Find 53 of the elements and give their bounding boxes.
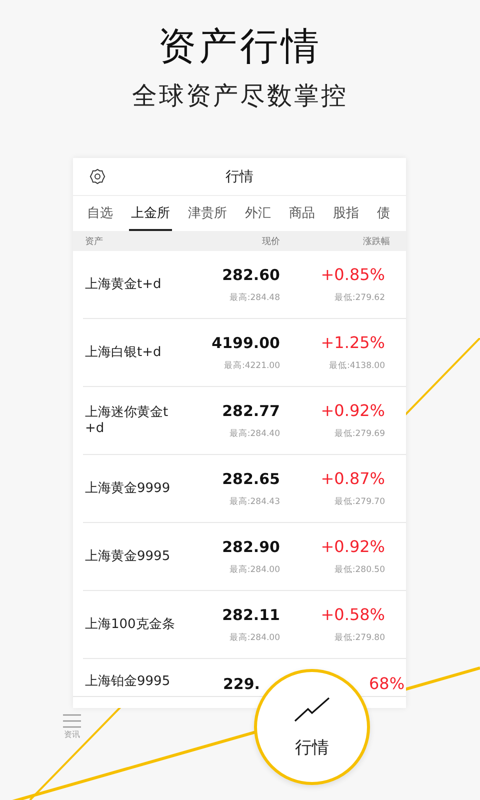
low-value: 最低:279.69 [334,428,385,440]
column-header: 涨跌幅 [362,236,390,248]
high-value: 最高:284.40 [229,428,280,440]
column-header: 资产 [85,236,104,248]
menu-icon [62,714,82,728]
headline: 资产行情 [158,23,322,70]
column-header: 现价 [261,236,280,248]
price-value: 282.60 [222,265,280,285]
asset-name: 上海黄金t+d [84,276,162,292]
asset-name: 上海黄金9995 [84,548,172,564]
subheadline: 全球资产尽数掌控 [132,80,348,112]
high-value: 最高:284.48 [229,292,280,304]
high-value: 最高:4221.00 [224,360,280,372]
market-tab[interactable]: 外汇 [243,196,273,231]
settings-icon[interactable] [89,168,106,185]
asset-name: 上海迷你黄金t+d [84,404,170,436]
quote-row[interactable]: 上海黄金9999 282.65 最高:284.43 +0.87% 最低:279.70 [83,455,406,523]
quote-row[interactable]: 上海迷你黄金t+d 282.77 最高:284.40 +0.92% 最低:279.69 [83,387,406,455]
asset-name: 上海白银t+d [84,344,162,360]
asset-name: 上海100克金条 [84,616,175,632]
low-value: 最低:279.80 [334,632,385,644]
change-value: 68% [369,674,405,694]
change-value: +0.85% [320,265,385,285]
low-value: 最低:280.50 [334,564,385,576]
market-tab[interactable]: 债 [375,196,392,231]
market-tab[interactable]: 津贵所 [186,196,229,231]
screen-title: 行情 [226,168,254,186]
market-tab[interactable]: 自选 [85,196,115,231]
high-value: 最高:284.00 [229,632,280,644]
change-value: +0.92% [320,537,385,557]
market-tab[interactable]: 股指 [331,196,361,231]
price-value: 282.65 [222,469,280,489]
change-value: +0.58% [320,605,385,625]
high-value: 最高:284.00 [229,564,280,576]
asset-name: 上海铂金9995 [84,674,172,690]
low-value: 最低:4138.00 [328,360,385,372]
low-value: 最低:279.62 [334,292,385,304]
quote-row[interactable]: 上海白银t+d 4199.00 最高:4221.00 +1.25% 最低:4138.00 [83,319,406,387]
change-value: +0.92% [320,401,385,421]
price-value: 4199.00 [212,333,280,353]
change-value: +0.87% [320,469,385,489]
price-value: 282.90 [222,537,280,557]
high-value: 最高:284.43 [229,496,280,508]
change-value: +1.25% [320,333,385,353]
quote-row[interactable]: 上海黄金t+d 282.60 最高:284.48 +0.85% 最低:279.62 [83,251,406,319]
line-chart-icon [294,696,330,722]
quote-row[interactable]: 上海黄金9995 282.90 最高:284.00 +0.92% 最低:280.50 [83,523,406,591]
quote-row[interactable]: 上海100克金条 282.11 最高:284.00 +0.58% 最低:279.80 [83,591,406,659]
low-value: 最低:279.70 [334,496,385,508]
asset-name: 上海黄金9999 [84,480,172,496]
market-tab[interactable]: 商品 [287,196,317,231]
price-value: 282.77 [222,401,280,421]
price-value: 282.11 [222,605,280,625]
